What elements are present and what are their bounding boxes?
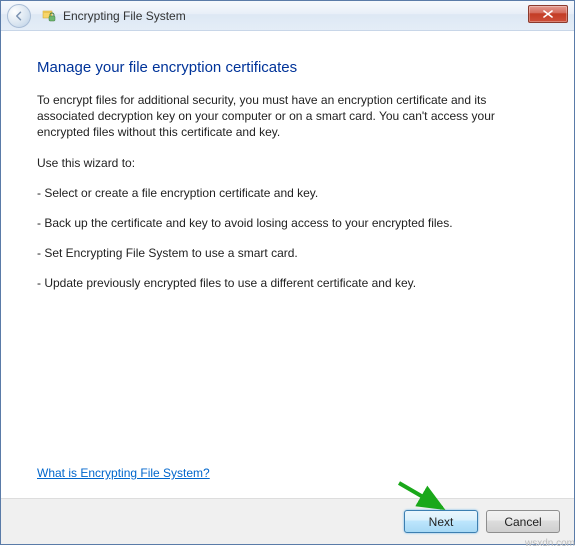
bullet-select-create: - Select or create a file encryption cer… bbox=[37, 185, 538, 201]
use-wizard-label: Use this wizard to: bbox=[37, 155, 538, 171]
close-icon bbox=[543, 10, 553, 18]
titlebar: Encrypting File System bbox=[1, 1, 574, 31]
help-link[interactable]: What is Encrypting File System? bbox=[37, 466, 210, 480]
cancel-button[interactable]: Cancel bbox=[486, 510, 560, 533]
content-area: Manage your file encryption certificates… bbox=[1, 31, 574, 498]
next-button[interactable]: Next bbox=[404, 510, 478, 533]
bullet-smartcard: - Set Encrypting File System to use a sm… bbox=[37, 245, 538, 261]
watermark: wsxdn.com bbox=[525, 538, 575, 549]
back-button[interactable] bbox=[7, 4, 31, 28]
page-heading: Manage your file encryption certificates bbox=[37, 59, 538, 76]
intro-text: To encrypt files for additional security… bbox=[37, 92, 538, 141]
back-arrow-icon bbox=[13, 10, 25, 22]
bullet-update: - Update previously encrypted files to u… bbox=[37, 275, 538, 291]
wizard-window: Encrypting File System Manage your file … bbox=[0, 0, 575, 545]
close-button[interactable] bbox=[528, 5, 568, 23]
button-bar: Next Cancel bbox=[1, 498, 574, 544]
window-title: Encrypting File System bbox=[63, 9, 186, 23]
efs-icon bbox=[41, 8, 57, 24]
bullet-backup: - Back up the certificate and key to avo… bbox=[37, 215, 538, 231]
